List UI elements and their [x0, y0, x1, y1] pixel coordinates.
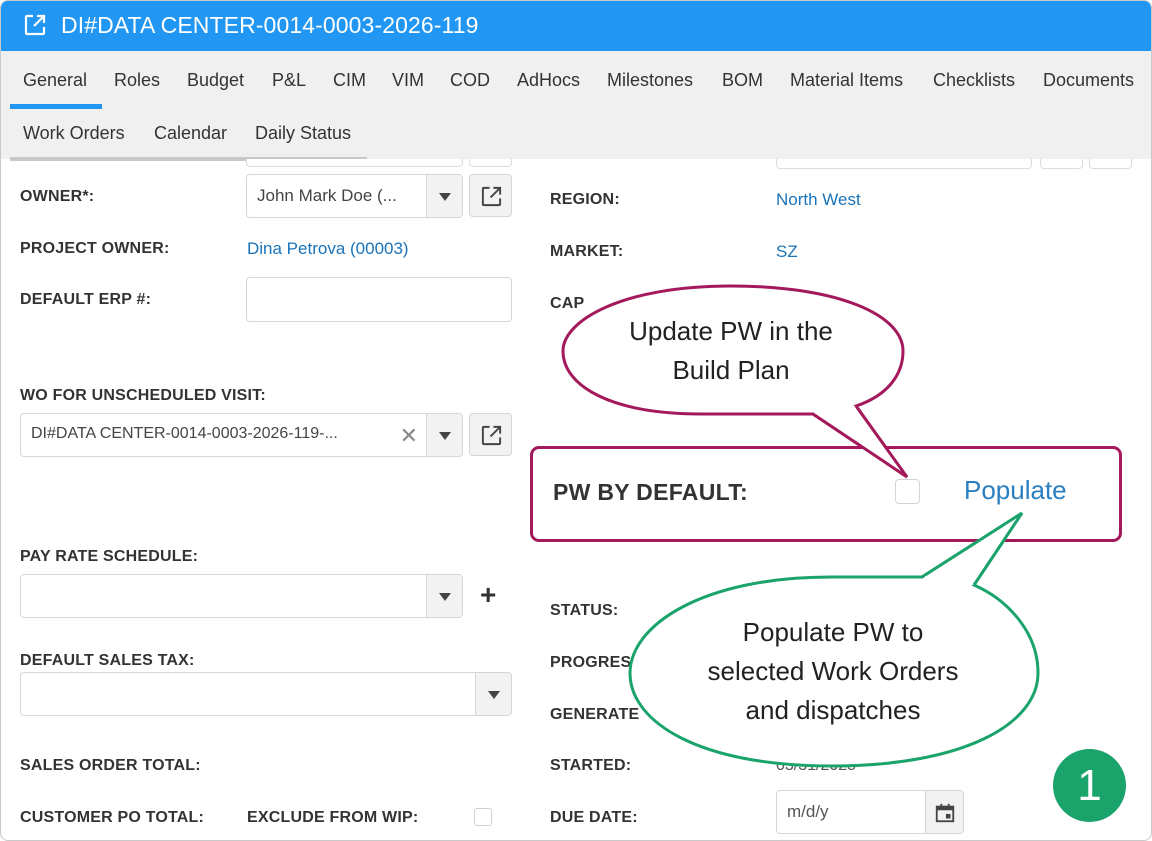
step-badge: 1: [1053, 749, 1126, 822]
callout-tail-bottom: [921, 511, 1024, 586]
callout-bottom-line: and dispatches: [745, 695, 921, 725]
callout-top-line: Build Plan: [672, 355, 790, 385]
callout-bottom-line: Populate PW to: [742, 617, 924, 647]
callout-tail-top: [812, 405, 909, 479]
window: DI#DATA CENTER-0014-0003-2026-119 Genera…: [0, 0, 1152, 841]
callout-top-text: Update PW in the Build Plan: [581, 312, 881, 390]
callout-bottom-line: selected Work Orders: [707, 656, 959, 686]
callout-bottom-text: Populate PW to selected Work Orders and …: [653, 613, 1013, 730]
callout-top-line: Update PW in the: [629, 316, 833, 346]
